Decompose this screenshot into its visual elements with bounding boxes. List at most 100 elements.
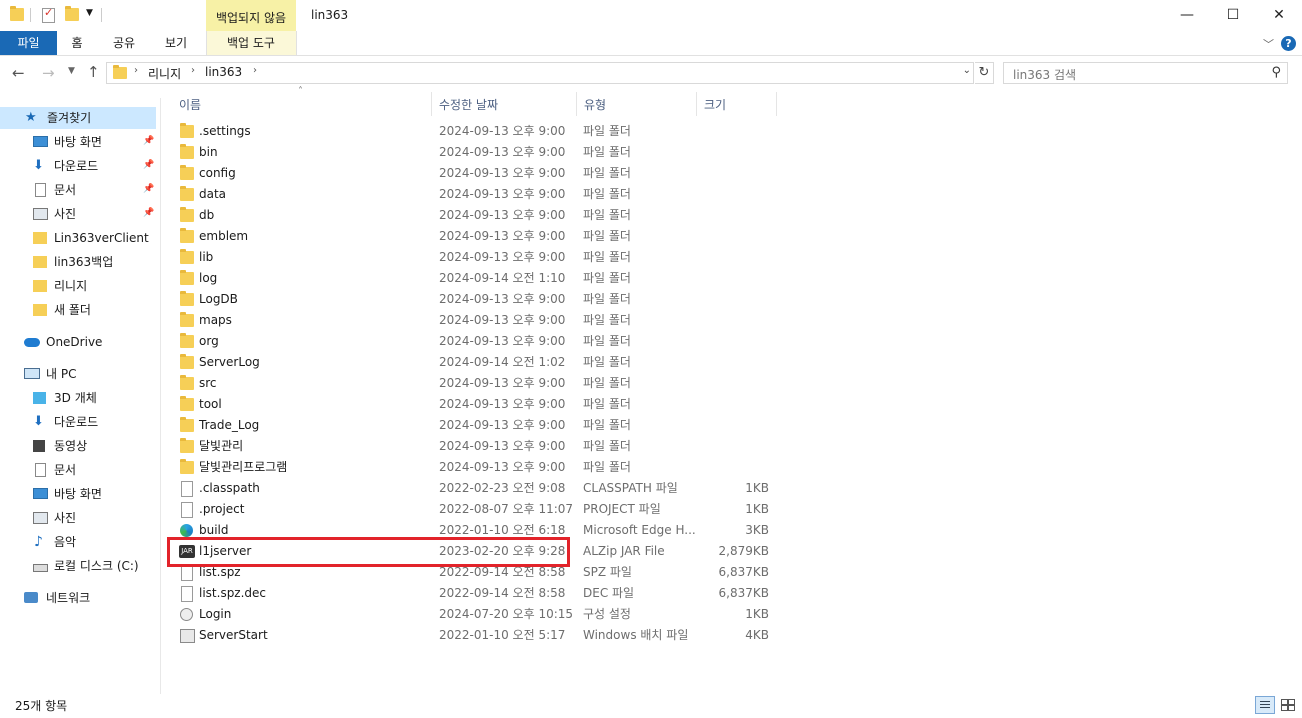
file-row[interactable]: .classpath 2022-02-23 오전 9:08 CLASSPATH 파일… xyxy=(170,478,776,499)
file-name: config xyxy=(199,166,236,180)
properties-icon[interactable]: ✓ xyxy=(42,6,55,23)
back-arrow-icon[interactable]: ← xyxy=(12,64,25,82)
file-row[interactable]: emblem 2024-09-13 오후 9:00 파일 폴더 xyxy=(170,226,776,247)
file-row[interactable]: log 2024-09-14 오전 1:10 파일 폴더 xyxy=(170,268,776,289)
document-icon xyxy=(35,463,46,477)
file-icon xyxy=(181,586,193,602)
search-input[interactable]: lin363 검색 ⚲ xyxy=(1003,62,1288,84)
search-icon[interactable]: ⚲ xyxy=(1271,65,1281,80)
file-row[interactable]: .project 2022-08-07 오후 11:07 PROJECT 파일 1KB xyxy=(170,499,776,520)
file-date: 2022-09-14 오전 8:58 xyxy=(439,586,566,600)
help-button[interactable]: ? xyxy=(1281,36,1296,51)
nav-item-label: 문서 xyxy=(54,183,77,197)
file-row[interactable]: org 2024-09-13 오후 9:00 파일 폴더 xyxy=(170,331,776,352)
column-divider[interactable] xyxy=(431,92,432,116)
divider xyxy=(101,8,102,22)
file-date: 2024-09-13 오후 9:00 xyxy=(439,187,566,201)
breadcrumb-separator-icon[interactable]: › xyxy=(134,65,138,76)
file-row[interactable]: 달빛관리프로그램 2024-09-13 오후 9:00 파일 폴더 xyxy=(170,457,776,478)
file-type: DEC 파일 xyxy=(583,586,635,600)
folder-icon xyxy=(180,270,194,285)
file-type: Microsoft Edge H... xyxy=(583,523,696,537)
pin-icon[interactable]: 📌 xyxy=(143,184,154,194)
file-row[interactable]: bin 2024-09-13 오후 9:00 파일 폴더 xyxy=(170,142,776,163)
file-row[interactable]: db 2024-09-13 오후 9:00 파일 폴더 xyxy=(170,205,776,226)
file-type: 파일 폴더 xyxy=(583,166,631,180)
file-name: src xyxy=(199,376,217,390)
refresh-icon[interactable]: ↻ xyxy=(975,62,994,84)
breadcrumb-item[interactable]: 리니지 xyxy=(148,65,181,82)
tab-file[interactable]: 파일 xyxy=(0,31,57,55)
pin-icon[interactable]: 📌 xyxy=(143,208,154,218)
file-name: lib xyxy=(199,250,214,264)
file-row[interactable]: data 2024-09-13 오후 9:00 파일 폴더 xyxy=(170,184,776,205)
file-type: Windows 배치 파일 xyxy=(583,628,689,642)
folder-icon xyxy=(33,280,47,292)
breadcrumb-separator-icon[interactable]: › xyxy=(253,65,257,76)
music-icon: ♪ xyxy=(34,534,43,550)
details-view-icon[interactable] xyxy=(1255,696,1275,714)
minimize-button[interactable]: — xyxy=(1164,0,1210,30)
folder-icon xyxy=(180,438,194,453)
up-arrow-icon[interactable]: ↑ xyxy=(87,63,100,81)
new-folder-icon[interactable] xyxy=(65,6,79,21)
large-icons-view-icon[interactable] xyxy=(1278,696,1296,712)
maximize-button[interactable]: ☐ xyxy=(1210,0,1256,30)
column-header-type[interactable]: 유형 xyxy=(584,95,606,115)
file-size: 3KB xyxy=(745,523,769,537)
nav-item-label: 사진 xyxy=(54,207,77,221)
folder-icon xyxy=(33,232,47,244)
file-type: 파일 폴더 xyxy=(583,334,631,348)
column-divider[interactable] xyxy=(576,92,577,116)
tab-view[interactable]: 보기 xyxy=(156,31,196,55)
pin-icon[interactable]: 📌 xyxy=(143,160,154,170)
file-icon xyxy=(181,565,193,581)
file-row[interactable]: LogDB 2024-09-13 오후 9:00 파일 폴더 xyxy=(170,289,776,310)
column-header-name[interactable]: 이름 xyxy=(179,95,201,115)
file-name: LogDB xyxy=(199,292,238,306)
recent-locations-icon[interactable]: ▼ xyxy=(68,66,75,76)
expand-ribbon-icon[interactable]: ﹀ xyxy=(1263,36,1274,52)
file-row[interactable]: src 2024-09-13 오후 9:00 파일 폴더 xyxy=(170,373,776,394)
file-type: 파일 폴더 xyxy=(583,460,631,474)
file-type: 파일 폴더 xyxy=(583,208,631,222)
file-row[interactable]: 달빛관리 2024-09-13 오후 9:00 파일 폴더 xyxy=(170,436,776,457)
tab-share[interactable]: 공유 xyxy=(104,31,144,55)
folder-icon xyxy=(180,459,194,474)
customize-quick-access-icon[interactable]: ▼ xyxy=(86,8,93,18)
column-divider[interactable] xyxy=(696,92,697,116)
edge-icon xyxy=(180,524,193,537)
nav-item-label: 리니지 xyxy=(54,279,88,293)
column-header-date[interactable]: 수정한 날짜 xyxy=(439,95,498,115)
file-row[interactable]: ServerStart 2022-01-10 오전 5:17 Windows 배치 … xyxy=(170,625,776,646)
file-name: bin xyxy=(199,145,218,159)
file-row[interactable]: list.spz.dec 2022-09-14 오전 8:58 DEC 파일 6,83… xyxy=(170,583,776,604)
file-row[interactable]: maps 2024-09-13 오후 9:00 파일 폴더 xyxy=(170,310,776,331)
pin-icon[interactable]: 📌 xyxy=(143,136,154,146)
folder-icon xyxy=(180,291,194,306)
address-bar[interactable]: › 리니지 › lin363 › ⌄ xyxy=(106,62,974,84)
breadcrumb-separator-icon[interactable]: › xyxy=(191,65,195,76)
file-date: 2022-01-10 오전 5:17 xyxy=(439,628,566,642)
file-size: 2,879KB xyxy=(718,544,769,558)
folder-icon xyxy=(180,207,194,222)
file-date: 2024-09-13 오후 9:00 xyxy=(439,439,566,453)
folder-icon xyxy=(10,6,24,21)
file-row[interactable]: Login 2024-07-20 오후 10:15 구성 설정 1KB xyxy=(170,604,776,625)
folder-icon xyxy=(180,144,194,159)
tab-home[interactable]: 홈 xyxy=(60,31,94,55)
column-header-size[interactable]: 크기 xyxy=(704,95,726,115)
file-row[interactable]: lib 2024-09-13 오후 9:00 파일 폴더 xyxy=(170,247,776,268)
file-row[interactable]: Trade_Log 2024-09-13 오후 9:00 파일 폴더 xyxy=(170,415,776,436)
file-row[interactable]: ServerLog 2024-09-14 오전 1:02 파일 폴더 xyxy=(170,352,776,373)
file-row[interactable]: tool 2024-09-13 오후 9:00 파일 폴더 xyxy=(170,394,776,415)
tab-backup-tools[interactable]: 백업 도구 xyxy=(206,31,296,55)
nav-item-label: 사진 xyxy=(54,511,77,525)
close-button[interactable]: ✕ xyxy=(1256,0,1302,30)
file-row[interactable]: .settings 2024-09-13 오후 9:00 파일 폴더 xyxy=(170,121,776,142)
column-divider[interactable] xyxy=(776,92,777,116)
breadcrumb-item[interactable]: lin363 xyxy=(205,65,242,79)
forward-arrow-icon[interactable]: → xyxy=(42,64,55,82)
address-dropdown-icon[interactable]: ⌄ xyxy=(963,65,971,76)
file-row[interactable]: config 2024-09-13 오후 9:00 파일 폴더 xyxy=(170,163,776,184)
